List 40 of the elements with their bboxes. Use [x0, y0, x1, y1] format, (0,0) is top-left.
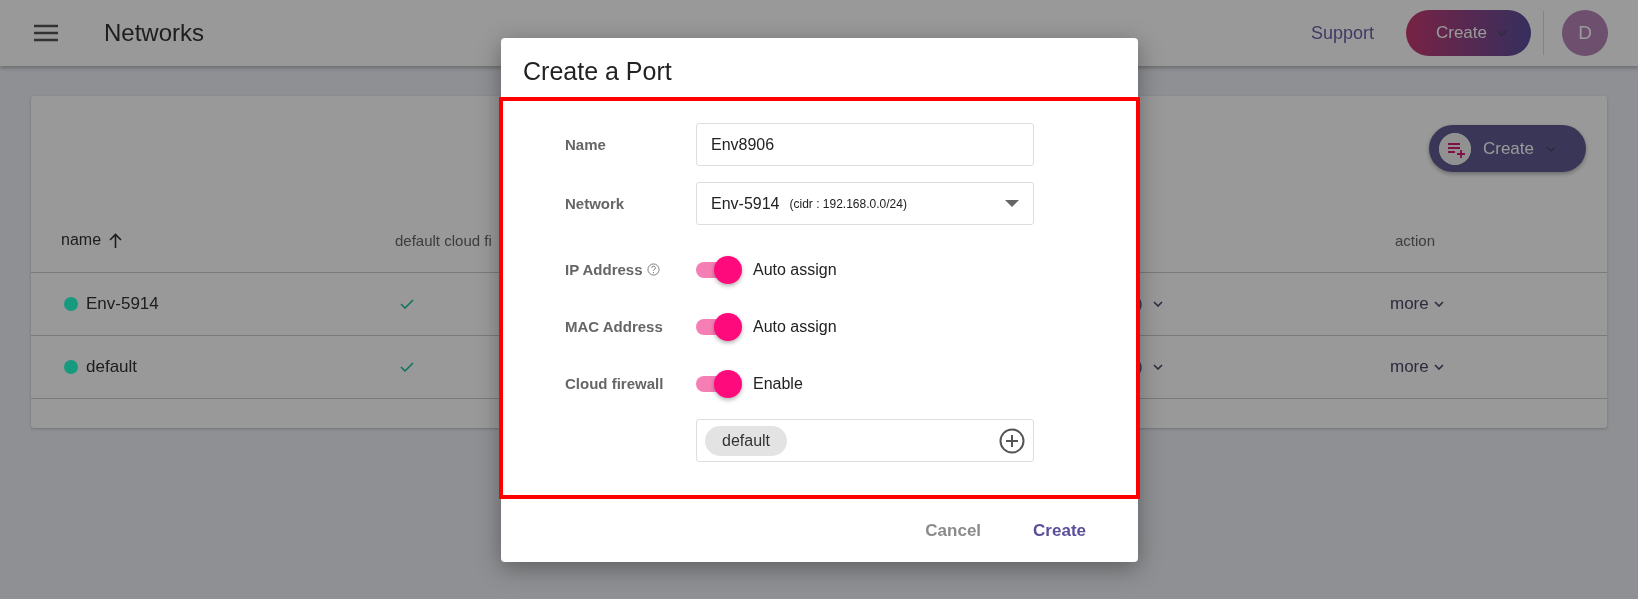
network-dropdown[interactable]: Env-5914 (cidr : 192.168.0.0/24) — [696, 182, 1034, 225]
field-label: MAC Address — [565, 318, 663, 335]
chevron-icon — [1152, 301, 1163, 307]
tag-field[interactable]: default — [696, 419, 1034, 462]
caret-icon — [1497, 30, 1507, 36]
toggle-label: Enable — [753, 374, 803, 393]
more-button[interactable]: more — [1390, 357, 1444, 377]
menu-icon[interactable] — [34, 24, 58, 42]
field-label: Cloud firewall — [565, 375, 664, 392]
column-header: action — [1395, 231, 1437, 249]
tag-chip: default — [705, 425, 788, 456]
create-button[interactable]: Create — [1405, 10, 1531, 56]
network-name: default — [86, 357, 138, 377]
toggle-switch[interactable] — [696, 369, 742, 398]
create-button[interactable]: Create — [1428, 125, 1586, 172]
chevron-icon — [1152, 364, 1163, 370]
chevron-icon — [1433, 364, 1444, 370]
chevron-icon — [1433, 301, 1444, 307]
help-icon[interactable] — [646, 263, 660, 276]
name-field[interactable]: Env8906 — [696, 123, 1034, 166]
field-label: Network — [565, 195, 626, 212]
page-title: Networks — [104, 19, 205, 47]
network-name: Env-5914 — [86, 294, 159, 314]
toggle-switch[interactable] — [696, 312, 742, 341]
field-label: Name — [565, 136, 607, 153]
dropdown-arrow-icon[interactable] — [1005, 200, 1019, 207]
add-icon[interactable] — [999, 427, 1025, 454]
list-add-icon — [1438, 132, 1471, 165]
create-button[interactable]: Create — [1021, 514, 1098, 547]
more-button[interactable]: more — [1390, 294, 1444, 314]
cancel-button[interactable]: Cancel — [913, 514, 994, 547]
field-label: IP Address — [565, 261, 643, 278]
toggle-switch[interactable] — [696, 255, 742, 284]
dialog-title: Create a Port — [522, 56, 673, 87]
caret-icon — [1546, 145, 1556, 152]
toggle-label: Auto assign — [753, 260, 837, 279]
toggle-label: Auto assign — [753, 317, 837, 336]
sort-arrow-icon[interactable] — [109, 232, 123, 248]
support-link[interactable]: Support — [1310, 22, 1374, 44]
column-header[interactable]: name — [61, 231, 102, 249]
